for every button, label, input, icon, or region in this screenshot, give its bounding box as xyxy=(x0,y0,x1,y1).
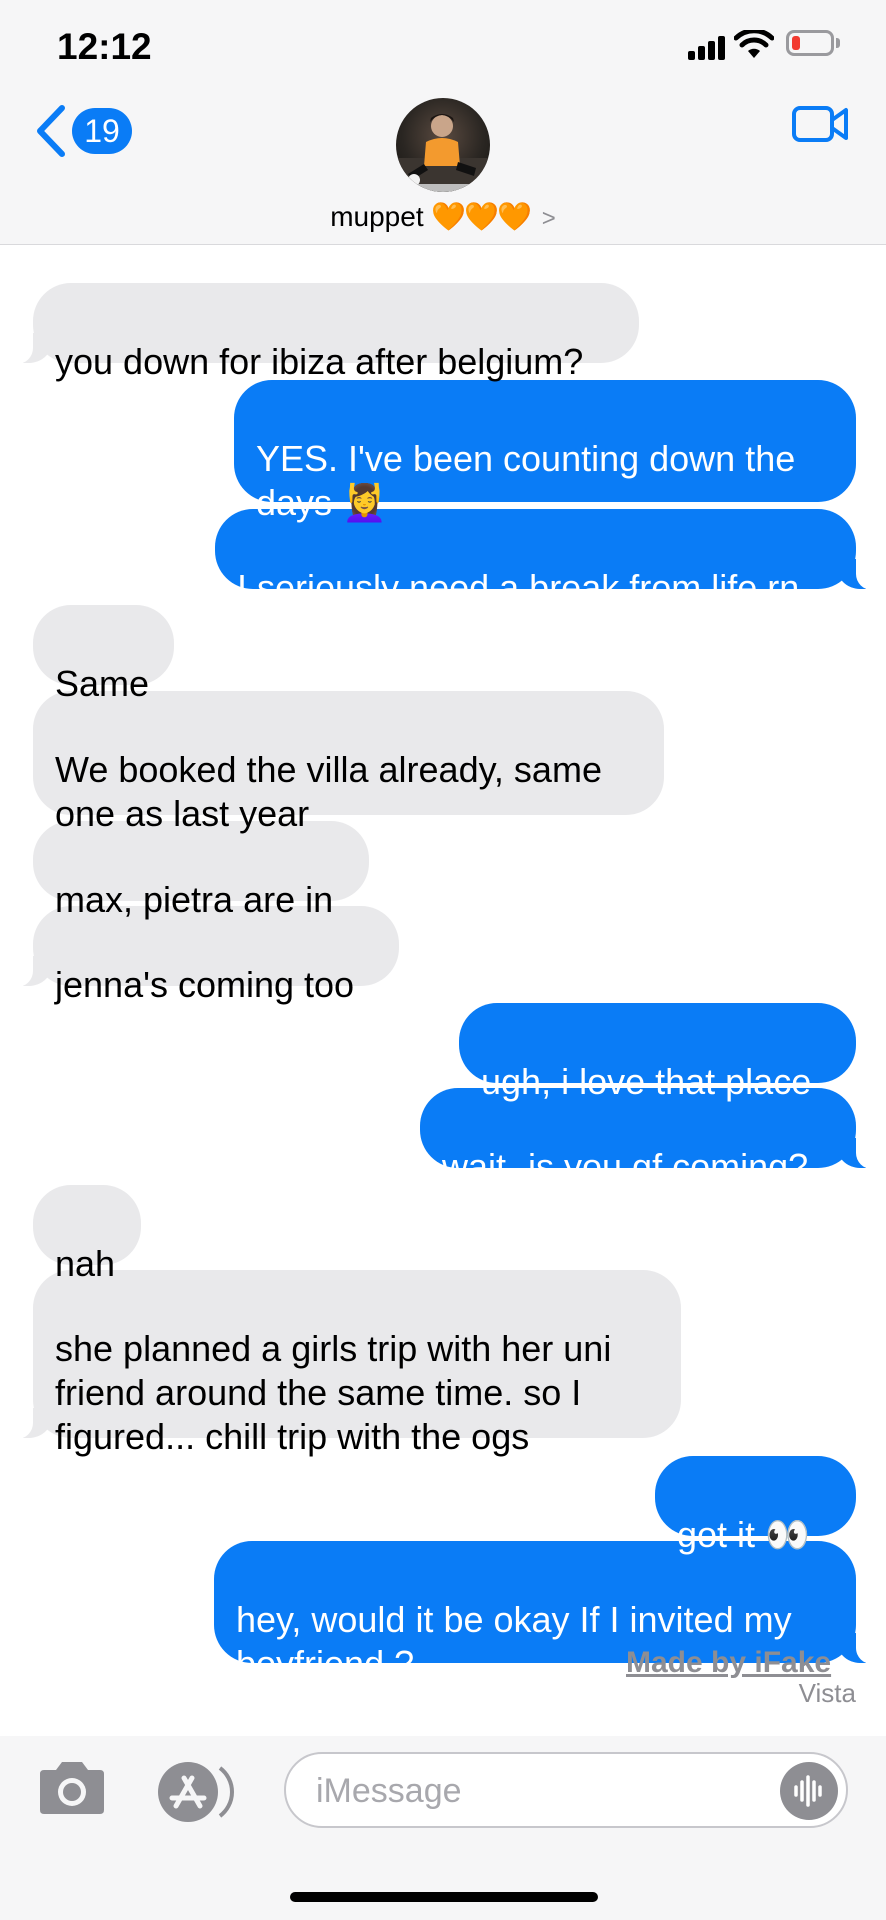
contact-name[interactable]: muppet 🧡🧡🧡 > xyxy=(0,200,886,233)
wifi-icon xyxy=(734,30,774,58)
message-received[interactable]: she planned a girls trip with her uni fr… xyxy=(11,1270,681,1457)
compose-bar xyxy=(0,1736,886,1920)
watermark-line1: Made by iFake xyxy=(626,1646,832,1679)
message-received[interactable]: We booked the villa already, same one as… xyxy=(33,691,664,834)
message-received[interactable]: you down for ibiza after belgium? xyxy=(11,283,639,382)
unread-count-badge: 19 xyxy=(72,108,132,154)
message-sent[interactable]: YES. I've been counting down the days 💆‍… xyxy=(234,380,856,523)
audio-wave-icon xyxy=(794,1775,822,1807)
battery-icon xyxy=(786,30,834,56)
chevron-right-icon: > xyxy=(541,205,556,232)
camera-icon[interactable] xyxy=(36,1760,108,1816)
contact-name-text: muppet xyxy=(330,201,424,232)
hearts-emoji: 🧡🧡🧡 xyxy=(431,201,532,232)
audio-message-button[interactable] xyxy=(780,1762,838,1820)
watermark: Made by iFake Vista xyxy=(626,1646,856,1709)
message-sent[interactable]: got it 👀 xyxy=(655,1456,856,1555)
contact-avatar[interactable] xyxy=(396,98,490,192)
message-input-field[interactable] xyxy=(284,1752,848,1828)
message-input[interactable] xyxy=(314,1766,748,1816)
watermark-line2: Vista xyxy=(798,1678,856,1708)
message-sent[interactable]: hey, would it be okay If I invited my bo… xyxy=(214,1541,878,1684)
home-indicator[interactable] xyxy=(290,1892,598,1902)
signal-icon xyxy=(688,36,728,60)
message-received[interactable]: nah xyxy=(33,1185,141,1284)
back-button[interactable]: 19 xyxy=(34,104,144,158)
message-received[interactable]: Same xyxy=(33,605,174,704)
conversation-header: 12:12 19 muppet 🧡🧡🧡 > xyxy=(0,0,886,245)
back-chevron-icon xyxy=(37,105,65,157)
app-store-icon[interactable] xyxy=(156,1760,236,1824)
video-camera-icon[interactable] xyxy=(792,104,850,144)
message-sent[interactable]: ugh, i love that place xyxy=(459,1003,856,1102)
status-time: 12:12 xyxy=(57,26,152,67)
